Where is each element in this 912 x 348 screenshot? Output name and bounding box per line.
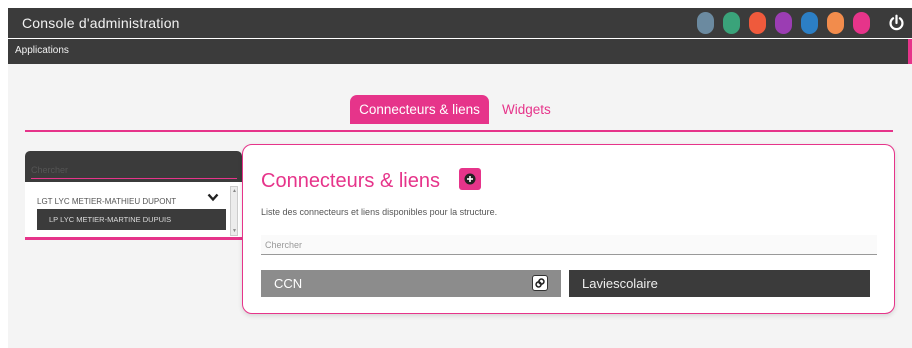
dot-blue[interactable]: [801, 12, 818, 34]
connector-card-laviescolaire[interactable]: Laviescolaire: [569, 270, 870, 297]
power-icon[interactable]: [888, 14, 905, 32]
dot-pink[interactable]: [853, 12, 870, 34]
structure-item-lp[interactable]: LP LYC METIER-MARTINE DUPUIS: [37, 209, 226, 230]
app-title: Console d'administration: [22, 15, 180, 31]
panel-description: Liste des connecteurs et liens disponibl…: [261, 207, 498, 217]
dot-purple[interactable]: [775, 12, 792, 34]
structure-list: LGT LYC METIER-MATHIEU DUPONT LP LYC MET…: [25, 182, 242, 238]
structure-item-lgt[interactable]: LGT LYC METIER-MATHIEU DUPONT: [37, 197, 176, 206]
sidebar-header: [25, 151, 242, 182]
scroll-down-icon[interactable]: ▼: [232, 228, 237, 234]
connector-label: CCN: [274, 276, 303, 291]
link-icon[interactable]: [532, 275, 548, 291]
connector-card-ccn[interactable]: CCN: [261, 270, 561, 297]
plus-circle-icon: [464, 173, 476, 185]
tab-connecteurs-liens[interactable]: Connecteurs & liens: [350, 95, 489, 124]
chevron-down-icon[interactable]: [207, 193, 219, 202]
sidebar-search-input[interactable]: [31, 161, 237, 179]
structure-sidebar: LGT LYC METIER-MATHIEU DUPONT LP LYC MET…: [25, 151, 242, 240]
top-bar: Console d'administration: [8, 8, 912, 38]
dot-blue-grey[interactable]: [697, 12, 714, 34]
sidebar-scrollbar[interactable]: ▲ ▼: [230, 186, 238, 236]
tabs-divider: [25, 130, 893, 132]
sidebar-accent-line: [25, 237, 242, 240]
connectors-panel: Connecteurs & liens Liste des connecteur…: [242, 144, 895, 314]
scroll-up-icon[interactable]: ▲: [232, 188, 237, 194]
connector-label: Laviescolaire: [582, 276, 658, 291]
tab-widgets[interactable]: Widgets: [502, 102, 551, 117]
add-connector-button[interactable]: [459, 168, 481, 190]
dot-orange[interactable]: [827, 12, 844, 34]
dot-orange-red[interactable]: [749, 12, 766, 34]
applications-link[interactable]: Applications: [15, 45, 69, 56]
dot-green[interactable]: [723, 12, 740, 34]
appbar-accent-edge: [908, 39, 912, 64]
applications-bar: Applications: [8, 39, 912, 64]
panel-title: Connecteurs & liens: [261, 170, 440, 192]
connector-search-input[interactable]: [261, 235, 877, 255]
